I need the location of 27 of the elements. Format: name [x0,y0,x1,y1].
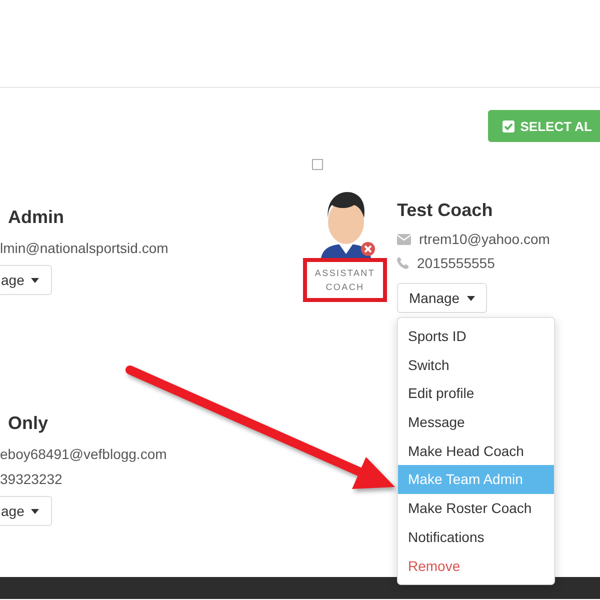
member-email: eboy68491@vefblogg.com [0,446,167,462]
manage-button[interactable]: age [0,496,52,526]
menu-item[interactable]: Message [398,408,554,437]
member-email: rtrem10@yahoo.com [419,231,550,247]
member-phone: 2015555555 [417,255,495,271]
menu-item[interactable]: Notifications [398,522,554,552]
menu-item[interactable]: Edit profile [398,379,554,408]
member-name: Admin [8,207,64,228]
member-name: Only [8,413,48,434]
member-name: Test Coach [397,200,494,221]
checkbox-icon [502,120,516,132]
menu-item[interactable]: Make Head Coach [398,436,554,466]
manage-button[interactable]: Manage [397,283,487,313]
caret-icon [31,508,40,514]
caret-icon [31,278,40,282]
role-label: ASSISTANT COACH [303,258,387,302]
caret-icon [466,296,475,300]
checkbox[interactable] [312,159,323,170]
menu-item[interactable]: Switch [398,350,554,380]
menu-item[interactable]: Sports ID [398,322,554,351]
menu-item[interactable]: Make Roster Coach [398,494,554,523]
menu-item[interactable]: Remove [398,552,554,580]
envelope-icon [397,234,411,244]
phone-icon [397,257,409,269]
manage-button[interactable]: age [0,265,52,295]
member-phone: 39323232 [0,471,62,487]
member-email: lmin@nationalsportsid.com [0,240,168,256]
